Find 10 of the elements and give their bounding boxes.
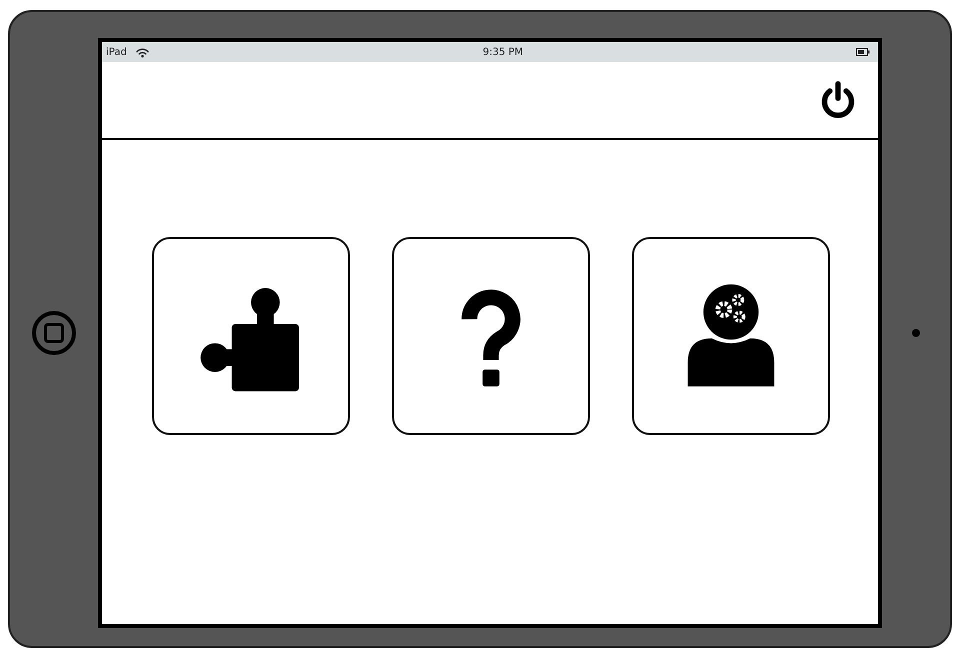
clock-time: 9:35 PM bbox=[482, 46, 524, 58]
wifi-icon bbox=[134, 46, 150, 58]
camera-dot bbox=[912, 329, 920, 337]
puzzle-piece-tile[interactable] bbox=[152, 237, 350, 435]
carrier-label: iPad bbox=[106, 46, 127, 58]
battery-icon bbox=[856, 48, 870, 56]
question-mark-tile[interactable] bbox=[392, 237, 590, 435]
power-icon[interactable] bbox=[820, 80, 856, 120]
home-button[interactable] bbox=[32, 311, 76, 355]
user-gears-tile[interactable] bbox=[632, 237, 830, 435]
